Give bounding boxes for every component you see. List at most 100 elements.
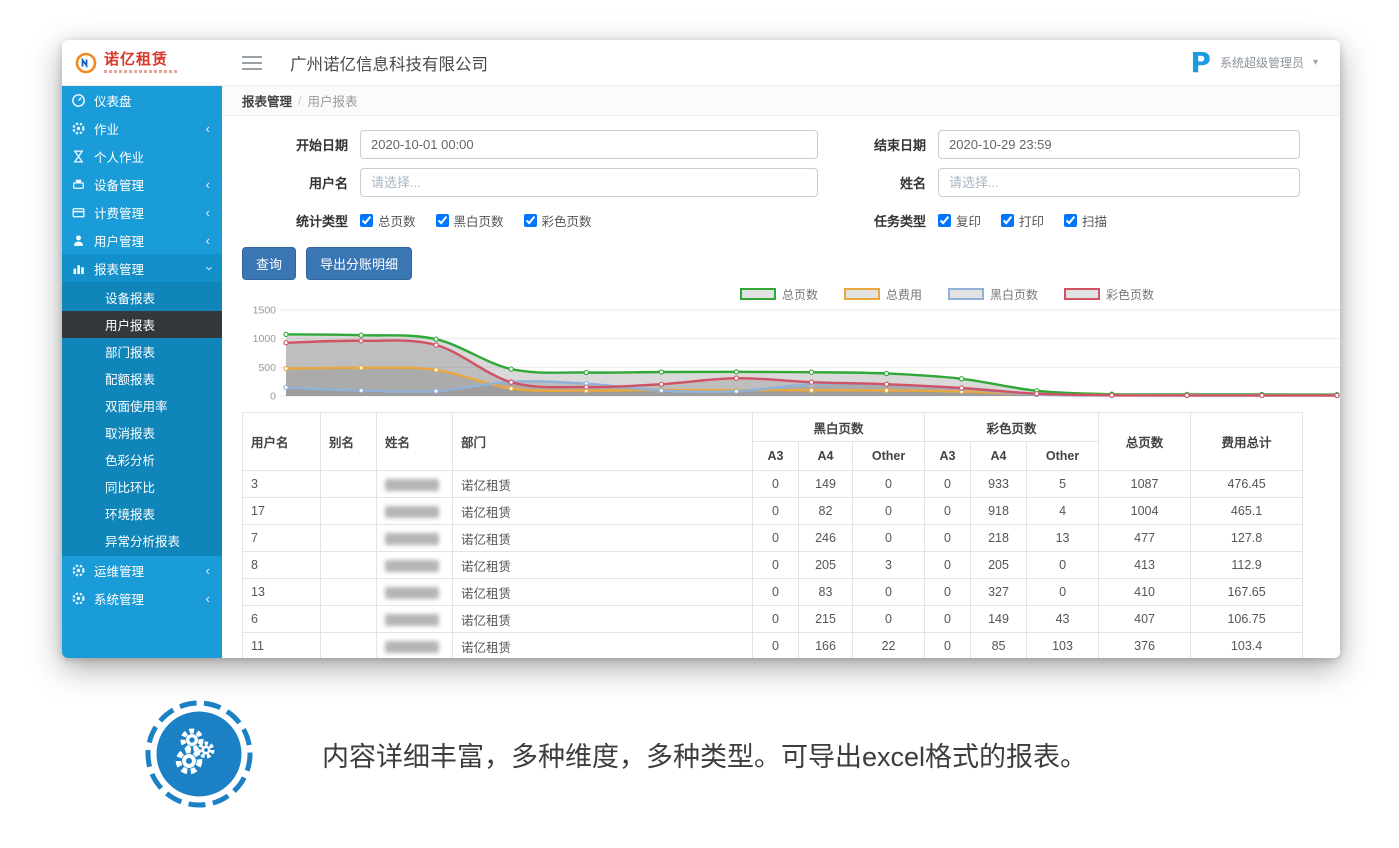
checkbox-input[interactable] [436,214,449,227]
brand-name: 诺亿租赁 [104,52,178,67]
sidebar-item-label: 运维管理 [94,561,144,580]
cell-alias [321,525,377,552]
column-header: 总页数 [1099,413,1191,471]
end-date-label: 结束日期 [820,135,926,154]
checkbox-option[interactable]: 黑白页数 [436,211,504,230]
billing-icon [71,205,86,220]
cell-name [377,498,453,525]
sidebar-subitem[interactable]: 色彩分析 [62,446,222,473]
cell-color-pages: 0 [925,552,971,579]
stat-type-label: 统计类型 [242,211,348,230]
table-row: 13诺亿租赁083003270410167.65 [243,579,1303,606]
start-date-label: 开始日期 [242,135,348,154]
users-icon [71,233,86,248]
sidebar-subitem[interactable]: 设备报表 [62,284,222,311]
cell-fee-total: 112.9 [1191,552,1303,579]
sidebar-subitem[interactable]: 同比环比 [62,473,222,500]
brand-logo-icon [75,52,97,74]
sidebar-subitem[interactable]: 配额报表 [62,365,222,392]
checkbox-input[interactable] [1064,214,1077,227]
checkbox-label: 复印 [956,211,981,230]
table-row: 6诺亿租赁02150014943407106.75 [243,606,1303,633]
cell-color-pages: 0 [1027,579,1099,606]
filter-form: 开始日期 结束日期 用户名 姓名 统计类型 总页数黑白页数彩色页数 [242,130,1300,235]
start-date-input[interactable] [360,130,818,159]
cell-total-pages: 413 [1099,552,1191,579]
cell-total-pages: 477 [1099,525,1191,552]
sidebar-subitem[interactable]: 部门报表 [62,338,222,365]
redacted-name [385,587,439,599]
table-row: 8诺亿租赁0205302050413112.9 [243,552,1303,579]
task-type-checkboxes: 复印 打印 扫描 [938,211,1107,230]
cell-department: 诺亿租赁 [453,525,753,552]
checkbox-option[interactable]: 复印 [938,211,981,230]
sidebar-item[interactable]: 报表管理‹ [62,254,222,282]
query-button[interactable]: 查询 [242,247,296,280]
sidebar-item[interactable]: 计费管理‹ [62,198,222,226]
sidebar-subitem[interactable]: 异常分析报表 [62,527,222,554]
checkbox-input[interactable] [938,214,951,227]
export-button[interactable]: 导出分账明细 [306,247,412,280]
sidebar-item[interactable]: 设备管理‹ [62,170,222,198]
sidebar-subitem[interactable]: 用户报表 [62,311,222,338]
cell-name [377,579,453,606]
brand-tagline [104,70,178,73]
sidebar-subitem[interactable]: 双面使用率 [62,392,222,419]
sidebar-item-label: 用户管理 [94,231,144,250]
checkbox-input[interactable] [1001,214,1014,227]
chevron-left-icon: ‹ [206,592,210,605]
cell-name [377,633,453,659]
sidebar-item[interactable]: 个人作业 [62,142,222,170]
sidebar-item[interactable]: 作业‹ [62,114,222,142]
gears-badge-icon [143,698,255,810]
sub-column-header: A4 [971,442,1027,471]
cell-bw-pages: 0 [753,633,799,659]
breadcrumb-section[interactable]: 报表管理 [242,91,292,110]
sidebar-item[interactable]: 运维管理‹ [62,556,222,584]
checkbox-input[interactable] [524,214,537,227]
sidebar-item[interactable]: 用户管理 ‹ [62,226,222,254]
breadcrumb-page: 用户报表 [308,91,358,110]
checkbox-option[interactable]: 总页数 [360,211,416,230]
cell-bw-pages: 82 [799,498,853,525]
cell-fee-total: 167.65 [1191,579,1303,606]
checkbox-input[interactable] [360,214,373,227]
cell-color-pages: 0 [1027,552,1099,579]
jobs-icon [71,121,86,136]
cell-color-pages: 13 [1027,525,1099,552]
table-row: 3诺亿租赁01490093351087476.45 [243,471,1303,498]
name-input[interactable] [938,168,1300,197]
cell-name [377,471,453,498]
chevron-left-icon: ‹ [206,234,210,247]
sidebar-item[interactable]: 仪表盘 [62,86,222,114]
chart-legend: 总页数总费用黑白页数彩色页数 [242,284,1340,304]
table-row: 7诺亿租赁02460021813477127.8 [243,525,1303,552]
table-row: 11诺亿租赁016622085103376103.4 [243,633,1303,659]
checkbox-option[interactable]: 打印 [1001,211,1044,230]
cell-bw-pages: 22 [853,633,925,659]
sidebar-item[interactable]: 系统管理‹ [62,584,222,612]
cell-color-pages: 0 [925,525,971,552]
svg-text:0: 0 [270,391,276,403]
report-table: 用户名别名姓名部门黑白页数彩色页数总页数费用总计A3A4OtherA3A4Oth… [242,412,1303,658]
cell-color-pages: 327 [971,579,1027,606]
cell-bw-pages: 3 [853,552,925,579]
user-name: 系统超级管理员 [1220,54,1304,71]
usage-chart-block: 总页数总费用黑白页数彩色页数 050010001500 [242,284,1340,404]
cell-username: 11 [243,633,321,659]
caption-text: 内容详细丰富，多种维度，多种类型。可导出excel格式的报表。 [322,735,1087,774]
caption-row: 内容详细丰富，多种维度，多种类型。可导出excel格式的报表。 [143,698,1087,810]
end-date-input[interactable] [938,130,1300,159]
cell-color-pages: 0 [925,579,971,606]
cell-bw-pages: 0 [853,471,925,498]
breadcrumb-separator: / [298,94,301,108]
menu-toggle-icon[interactable] [242,52,262,74]
username-input[interactable] [360,168,818,197]
checkbox-option[interactable]: 彩色页数 [524,211,592,230]
sidebar-subitem[interactable]: 取消报表 [62,419,222,446]
user-menu[interactable]: P 系统超级管理员 ▾ [1190,49,1318,77]
svg-text:1000: 1000 [253,333,277,345]
sidebar-item-label: 作业 [94,119,119,138]
checkbox-option[interactable]: 扫描 [1064,211,1107,230]
sidebar-subitem[interactable]: 环境报表 [62,500,222,527]
